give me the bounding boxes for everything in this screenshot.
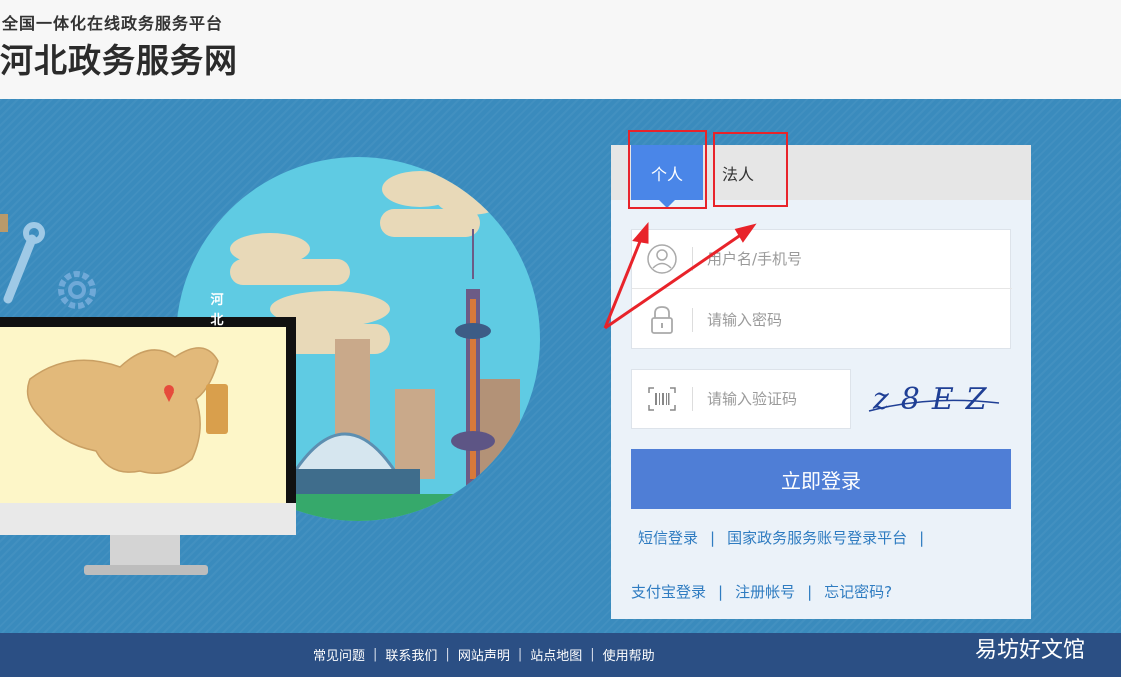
field-divider xyxy=(692,387,693,411)
footer-link-faq[interactable]: 常见问题 xyxy=(313,645,365,664)
platform-tagline: 全国一体化在线政务服务平台 xyxy=(2,14,224,33)
annotation-arrows xyxy=(603,221,757,330)
footer-link-contact[interactable]: 联系我们 xyxy=(385,645,437,664)
svg-text:z8EZ: z8EZ xyxy=(872,382,999,417)
monitor-illustration xyxy=(0,317,296,575)
alipay-login-link[interactable]: 支付宝登录 xyxy=(631,581,706,602)
captcha-box xyxy=(631,369,851,429)
alt-login-links: 短信登录 | 国家政务服务账号登录平台 | xyxy=(638,527,925,548)
account-links: 支付宝登录 | 注册帐号 | 忘记密码? xyxy=(631,581,893,602)
captcha-image[interactable]: z8EZ xyxy=(859,373,1009,425)
tab-personal[interactable]: 个人 xyxy=(631,145,703,208)
footer-link-sitemap[interactable]: 站点地图 xyxy=(530,645,582,664)
tab-legal-entity[interactable]: 法人 xyxy=(711,145,765,200)
site-footer: 常见问题 | 联系我们 | 网站声明 | 站点地图 | 使用帮助 xyxy=(0,633,1121,677)
forgot-password-link[interactable]: 忘记密码? xyxy=(824,581,892,602)
barcode-icon xyxy=(632,370,692,429)
footer-links: 常见问题 | 联系我们 | 网站声明 | 站点地图 | 使用帮助 xyxy=(313,645,655,664)
footer-link-statement[interactable]: 网站声明 xyxy=(458,645,510,664)
sms-login-link[interactable]: 短信登录 xyxy=(638,527,698,548)
site-header: 全国一体化在线政务服务平台 河北政务服务网 xyxy=(0,0,1121,99)
banner-illustration xyxy=(0,157,540,575)
site-title[interactable]: 河北政务服务网 xyxy=(0,34,238,82)
captcha-input[interactable] xyxy=(707,390,847,408)
login-button[interactable]: 立即登录 xyxy=(631,449,1011,509)
tool-handle xyxy=(0,214,8,232)
login-panel: 个人 法人 z8EZ 立即登录 短信登录 | 国 xyxy=(611,145,1031,619)
national-account-login-link[interactable]: 国家政务服务账号登录平台 xyxy=(727,527,907,548)
register-link[interactable]: 注册帐号 xyxy=(735,581,795,602)
map-province-label: 河北 xyxy=(210,293,224,328)
gear-icon xyxy=(58,271,96,309)
watermark: 易坊好文馆 xyxy=(975,638,1086,663)
wrench-icon xyxy=(3,222,45,304)
footer-link-help[interactable]: 使用帮助 xyxy=(603,645,655,664)
login-tabs: 个人 法人 xyxy=(611,145,1031,208)
